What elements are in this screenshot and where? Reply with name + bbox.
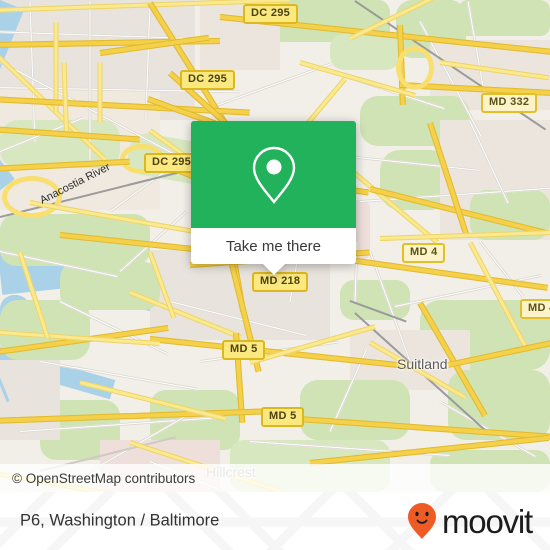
map-canvas[interactable]: Anacostia River Suitland Hillcrest DC 29… bbox=[0, 0, 550, 492]
footer-bar: P6, Washington / Baltimore moovit bbox=[0, 492, 550, 550]
shield-md-5-mid: MD 5 bbox=[222, 340, 266, 360]
moovit-brand[interactable]: moovit bbox=[407, 502, 533, 540]
shield-md-5-bottom: MD 5 bbox=[261, 407, 305, 427]
shield-dc-295-top: DC 295 bbox=[243, 4, 299, 24]
moovit-map-share-card: Anacostia River Suitland Hillcrest DC 29… bbox=[0, 0, 550, 550]
moovit-wordmark: moovit bbox=[442, 502, 533, 540]
shield-md-458: MD 45 bbox=[520, 299, 550, 319]
map-pin-icon bbox=[252, 146, 295, 204]
page-title: P6, Washington / Baltimore bbox=[20, 511, 220, 530]
shield-dc-295-upper: DC 295 bbox=[180, 70, 236, 90]
moovit-pin-smiley-icon bbox=[408, 503, 436, 539]
attribution-text: © OpenStreetMap contributors bbox=[12, 470, 196, 486]
shield-md-218: MD 218 bbox=[252, 272, 309, 292]
take-me-there-label: Take me there bbox=[225, 237, 322, 255]
shield-md-4: MD 4 bbox=[402, 243, 446, 263]
popup-card-tail bbox=[262, 264, 285, 275]
shield-md-332: MD 332 bbox=[481, 93, 538, 113]
destination-popup-card[interactable]: Take me there bbox=[191, 121, 356, 275]
map-attribution[interactable]: © OpenStreetMap contributors bbox=[0, 464, 550, 492]
popup-card-footer[interactable]: Take me there bbox=[191, 228, 356, 275]
popup-card-header bbox=[191, 121, 356, 228]
